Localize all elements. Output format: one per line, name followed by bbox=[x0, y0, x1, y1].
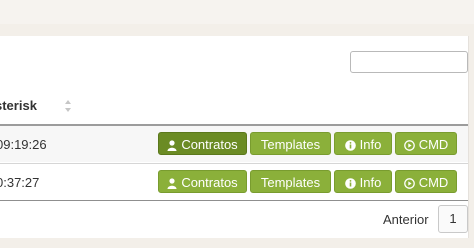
top-bar bbox=[0, 0, 474, 24]
pagination-previous[interactable]: Anterior bbox=[383, 212, 429, 227]
info-button[interactable]: Info bbox=[334, 170, 392, 193]
play-circle-icon bbox=[403, 140, 415, 151]
cmd-label: CMD bbox=[418, 137, 449, 152]
search-input[interactable] bbox=[350, 51, 468, 73]
cmd-button[interactable]: CMD bbox=[395, 170, 457, 193]
user-icon bbox=[167, 140, 177, 151]
contratos-label: Contratos bbox=[181, 175, 238, 190]
table-bottom-divider bbox=[0, 200, 468, 201]
contratos-label: Contratos bbox=[181, 137, 238, 152]
column-header-label: sterisk bbox=[0, 98, 37, 113]
templates-button[interactable]: Templates bbox=[250, 132, 331, 155]
templates-label: Templates bbox=[260, 175, 321, 190]
table-row: 09:19:26 Contratos Templates Info CMD bbox=[0, 126, 468, 162]
row-time: 09:19:26 bbox=[0, 137, 47, 152]
table-row: 0:37:27 Contratos Templates Info CMD bbox=[0, 164, 468, 200]
play-circle-icon bbox=[403, 178, 415, 189]
column-header[interactable]: sterisk bbox=[0, 96, 90, 116]
templates-button[interactable]: Templates bbox=[250, 170, 331, 193]
user-icon bbox=[167, 178, 177, 189]
info-button[interactable]: Info bbox=[334, 132, 392, 155]
info-circle-icon bbox=[344, 178, 356, 189]
templates-label: Templates bbox=[260, 137, 321, 152]
info-label: Info bbox=[359, 137, 382, 152]
cmd-button[interactable]: CMD bbox=[395, 132, 457, 155]
pagination-page-1[interactable]: 1 bbox=[438, 205, 468, 233]
info-label: Info bbox=[359, 175, 382, 190]
sort-icon[interactable] bbox=[64, 99, 72, 113]
info-circle-icon bbox=[344, 140, 356, 151]
table-panel: sterisk 09:19:26 Contratos Templates Inf… bbox=[0, 36, 469, 238]
cmd-label: CMD bbox=[418, 175, 449, 190]
contratos-button[interactable]: Contratos bbox=[158, 132, 247, 155]
row-time: 0:37:27 bbox=[0, 175, 40, 190]
contratos-button[interactable]: Contratos bbox=[158, 170, 247, 193]
